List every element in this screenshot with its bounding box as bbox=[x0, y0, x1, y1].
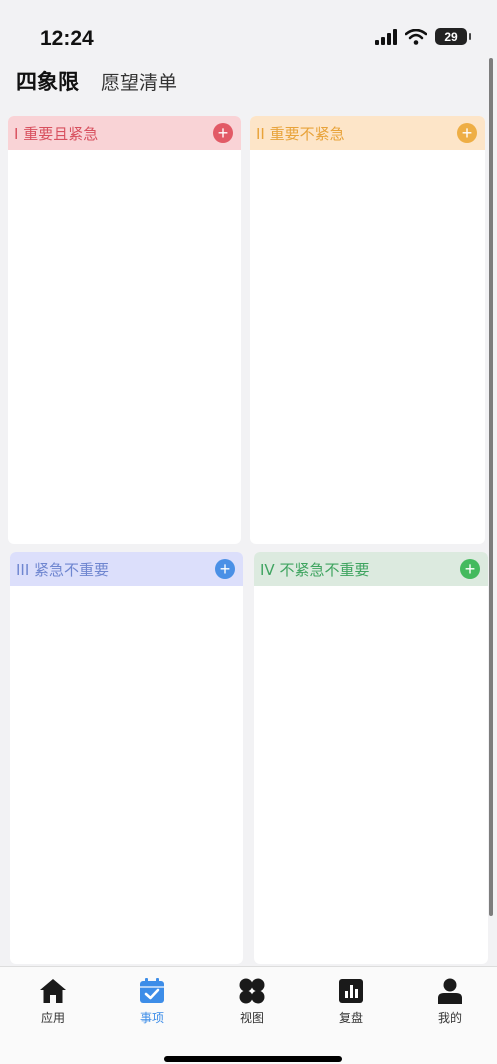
tab-label: 应用 bbox=[40, 1011, 65, 1025]
quadrant-important-not-urgent[interactable]: II 重要不紧急 + bbox=[250, 116, 485, 544]
quadrant-important-urgent[interactable]: I 重要且紧急 + bbox=[8, 116, 241, 544]
quadrant-header: I 重要且紧急 + bbox=[8, 116, 241, 150]
quadrant-urgent-not-important[interactable]: III 紧急不重要 + bbox=[10, 552, 243, 964]
scrollbar[interactable] bbox=[489, 58, 493, 916]
tab-label: 复盘 bbox=[338, 1011, 363, 1025]
quadrant-header: III 紧急不重要 + bbox=[10, 552, 243, 586]
tab-wishlist[interactable]: 愿望清单 bbox=[101, 68, 177, 95]
home-indicator[interactable] bbox=[164, 1056, 342, 1062]
bottom-tab-bar: 应用 事项 视图 复盘 我的 bbox=[0, 966, 497, 1064]
status-bar: 12:24 29 bbox=[0, 0, 497, 60]
signal-icon bbox=[375, 28, 397, 45]
tab-label: 视图 bbox=[239, 1011, 264, 1025]
wifi-icon bbox=[405, 28, 427, 45]
tab-items[interactable]: 事项 bbox=[112, 977, 192, 1026]
quadrant-not-urgent-not-important[interactable]: IV 不紧急不重要 + bbox=[254, 552, 488, 964]
battery-icon: 29 bbox=[435, 28, 471, 45]
tab-label: 我的 bbox=[437, 1011, 462, 1025]
status-time: 12:24 bbox=[40, 27, 94, 50]
add-icon[interactable]: + bbox=[215, 559, 235, 579]
tab-apps[interactable]: 应用 bbox=[13, 977, 93, 1026]
home-icon bbox=[40, 979, 66, 1003]
bar-chart-icon bbox=[339, 979, 363, 1003]
person-icon bbox=[438, 978, 462, 1004]
calendar-check-icon bbox=[140, 978, 164, 1003]
tab-views[interactable]: 视图 bbox=[212, 977, 292, 1026]
quadrant-label: IV 不紧急不重要 bbox=[260, 560, 370, 579]
tab-review[interactable]: 复盘 bbox=[311, 977, 391, 1026]
quadrant-label: II 重要不紧急 bbox=[256, 124, 345, 143]
quadrant-header: IV 不紧急不重要 + bbox=[254, 552, 488, 586]
quadrant-label: III 紧急不重要 bbox=[16, 560, 110, 579]
add-icon[interactable]: + bbox=[213, 123, 233, 143]
battery-level: 29 bbox=[444, 29, 458, 44]
tab-mine[interactable]: 我的 bbox=[410, 977, 490, 1026]
four-petal-icon bbox=[239, 978, 265, 1004]
quadrant-header: II 重要不紧急 + bbox=[250, 116, 485, 150]
tab-four-quadrants[interactable]: 四象限 bbox=[16, 66, 79, 96]
add-icon[interactable]: + bbox=[460, 559, 480, 579]
page-header: 四象限 愿望清单 bbox=[16, 66, 177, 96]
tab-label: 事项 bbox=[139, 1011, 164, 1025]
quadrant-label: I 重要且紧急 bbox=[14, 124, 99, 143]
add-icon[interactable]: + bbox=[457, 123, 477, 143]
status-icons: 29 bbox=[375, 28, 471, 45]
